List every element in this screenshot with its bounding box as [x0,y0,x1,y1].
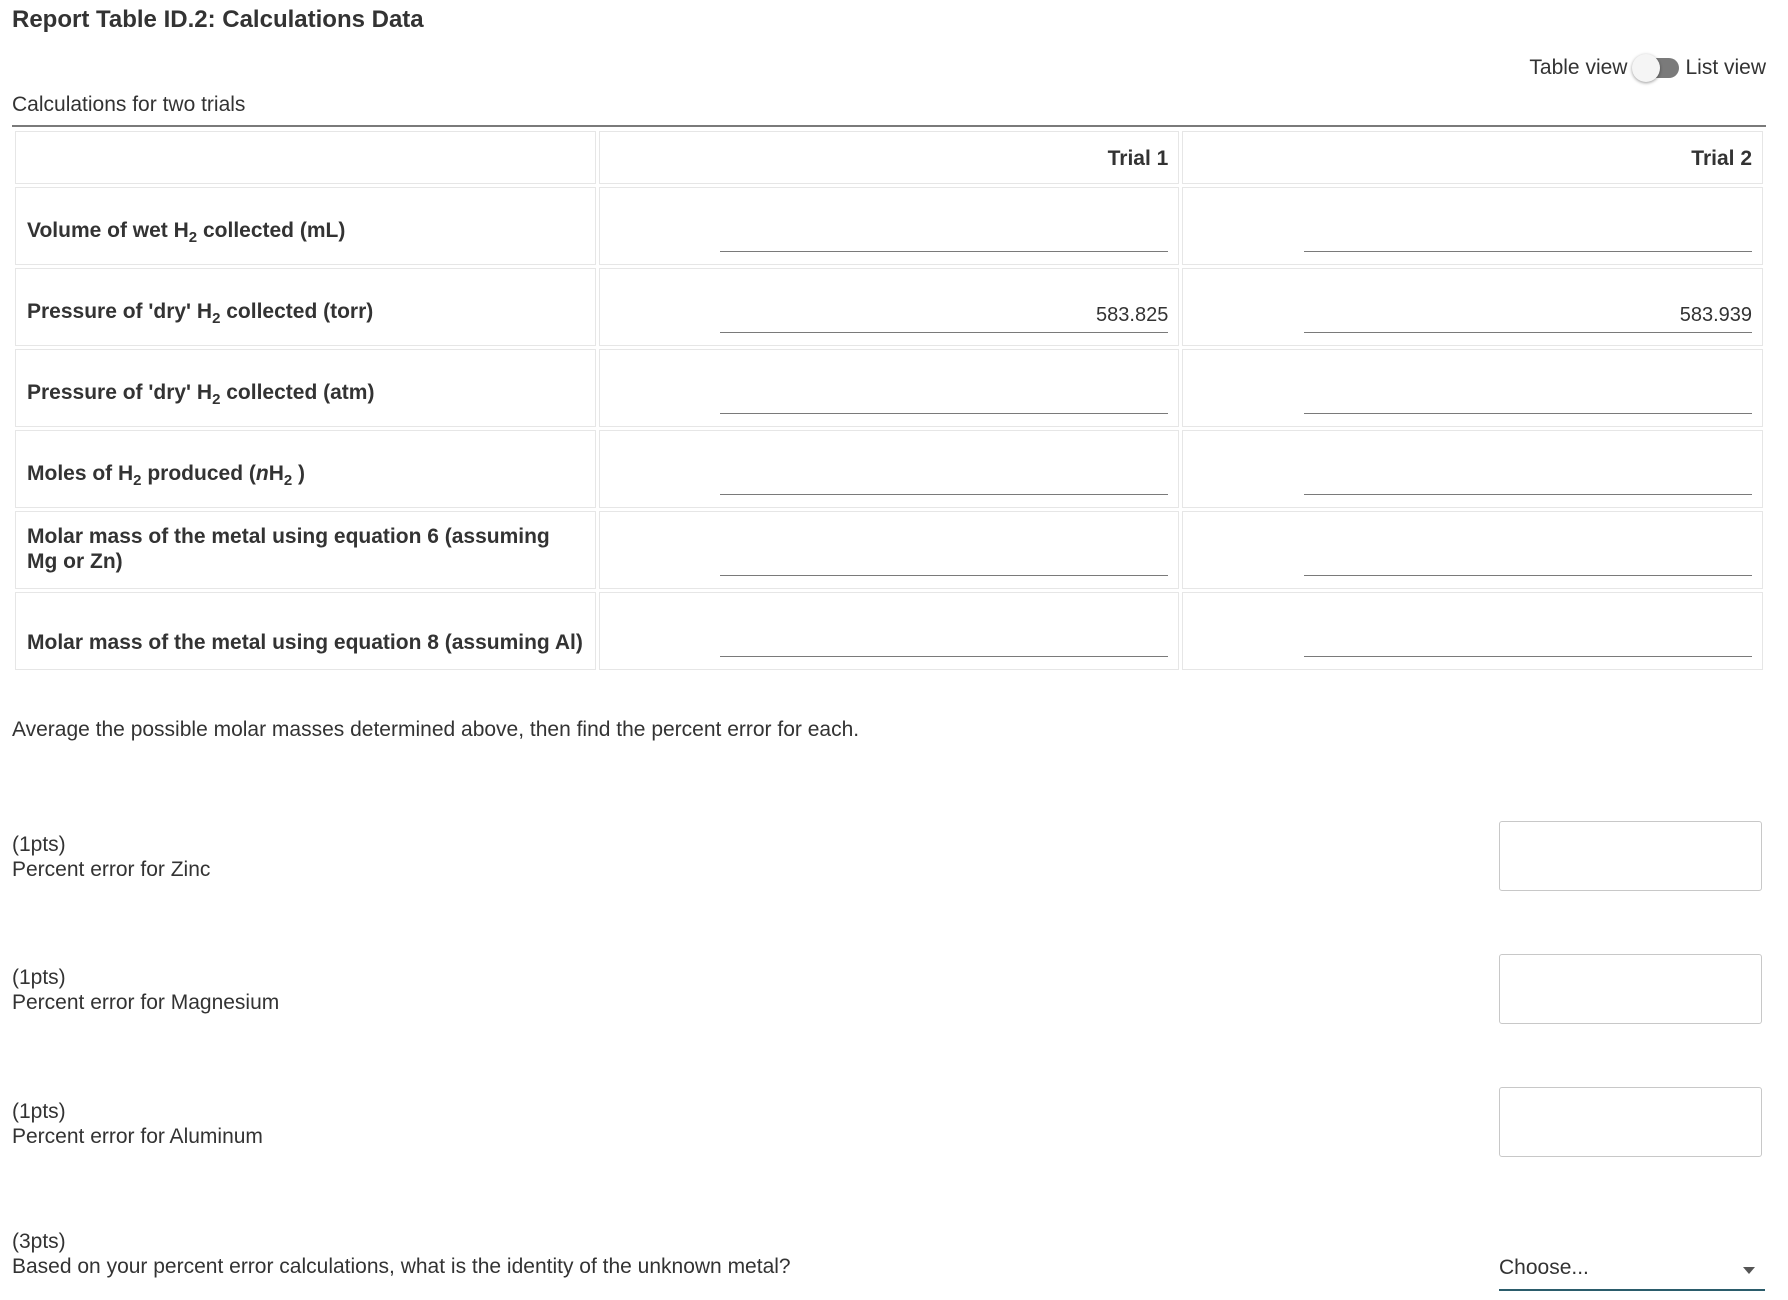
instructions-text: Average the possible molar masses determ… [12,718,860,741]
molar-mass-eq6-trial-1-input[interactable] [720,540,1169,576]
table-row: Molar mass of the metal using equation 8… [15,592,1763,670]
header-trial-2: Trial 2 [1182,131,1763,184]
question-points: (1pts) [12,833,66,856]
row-label-pressure-torr: Pressure of 'dry' H2 collected (torr) [15,268,596,346]
table-row: Molar mass of the metal using equation 6… [15,511,1763,589]
metal-identity-select[interactable]: Choose... [1499,1251,1765,1291]
caption-divider [12,125,1766,127]
table-row: Pressure of 'dry' H2 collected (torr) 58… [15,268,1763,346]
question-identity: (3pts) Based on your percent error calcu… [12,1229,791,1279]
row-label-molar-mass-eq8: Molar mass of the metal using equation 8… [15,592,596,670]
molar-mass-eq8-trial-1-input[interactable] [720,621,1169,657]
percent-error-magnesium-input[interactable] [1499,954,1762,1024]
toggle-knob [1632,54,1661,82]
chevron-down-icon [1743,1267,1755,1274]
trial-1-cell [598,592,1180,670]
question-points: (1pts) [12,1100,66,1123]
table-view-label: Table view [1529,56,1628,79]
view-toggle-switch[interactable] [1632,54,1680,82]
trial-2-cell: 583.939 [1182,268,1763,346]
question-magnesium: (1pts) Percent error for Magnesium [12,965,279,1015]
moles-trial-2-input[interactable] [1304,459,1752,495]
trial-1-cell [598,511,1180,589]
trial-1-cell: 583.825 [598,268,1180,346]
calculations-table: Trial 1 Trial 2 Volume of wet H2 collect… [12,128,1766,673]
trial-1-cell [598,187,1180,265]
question-aluminum: (1pts) Percent error for Aluminum [12,1099,263,1149]
select-value: Choose... [1499,1256,1589,1279]
pressure-atm-trial-2-input[interactable] [1304,378,1752,414]
trial-2-cell [1182,187,1763,265]
volume-trial-1-input[interactable] [720,216,1169,252]
trial-1-cell [598,349,1180,427]
trial-2-cell [1182,592,1763,670]
row-label-volume-wet-h2: Volume of wet H2 collected (mL) [15,187,596,265]
trial-2-cell [1182,430,1763,508]
table-header-row: Trial 1 Trial 2 [15,131,1763,184]
report-page: Report Table ID.2: Calculations Data Tab… [0,0,1788,1300]
trial-2-cell [1182,511,1763,589]
question-text: Percent error for Aluminum [12,1125,263,1148]
percent-error-zinc-input[interactable] [1499,821,1762,891]
row-label-pressure-atm: Pressure of 'dry' H2 collected (atm) [15,349,596,427]
row-label-molar-mass-eq6: Molar mass of the metal using equation 6… [15,511,596,589]
question-points: (3pts) [12,1230,66,1253]
moles-trial-1-input[interactable] [720,459,1169,495]
header-empty [15,131,596,184]
trial-1-cell [598,430,1180,508]
row-label-moles-h2: Moles of H2 produced (nH2 ) [15,430,596,508]
table-caption: Calculations for two trials [12,93,246,116]
question-text: Percent error for Magnesium [12,991,280,1014]
molar-mass-eq8-trial-2-input[interactable] [1304,621,1752,657]
page-title: Report Table ID.2: Calculations Data [12,6,424,33]
view-toggle: Table view List view [1529,54,1766,82]
question-points: (1pts) [12,966,66,989]
list-view-label: List view [1685,56,1766,79]
table-row: Volume of wet H2 collected (mL) [15,187,1763,265]
pressure-torr-trial-2-input[interactable]: 583.939 [1304,297,1752,333]
question-zinc: (1pts) Percent error for Zinc [12,832,210,882]
pressure-torr-trial-1-input[interactable]: 583.825 [720,297,1169,333]
percent-error-aluminum-input[interactable] [1499,1087,1762,1157]
question-text: Percent error for Zinc [12,858,211,881]
pressure-atm-trial-1-input[interactable] [720,378,1169,414]
question-text: Based on your percent error calculations… [12,1255,791,1278]
table-row: Pressure of 'dry' H2 collected (atm) [15,349,1763,427]
volume-trial-2-input[interactable] [1304,216,1752,252]
molar-mass-eq6-trial-2-input[interactable] [1304,540,1752,576]
trial-2-cell [1182,349,1763,427]
header-trial-1: Trial 1 [598,131,1180,184]
table-row: Moles of H2 produced (nH2 ) [15,430,1763,508]
